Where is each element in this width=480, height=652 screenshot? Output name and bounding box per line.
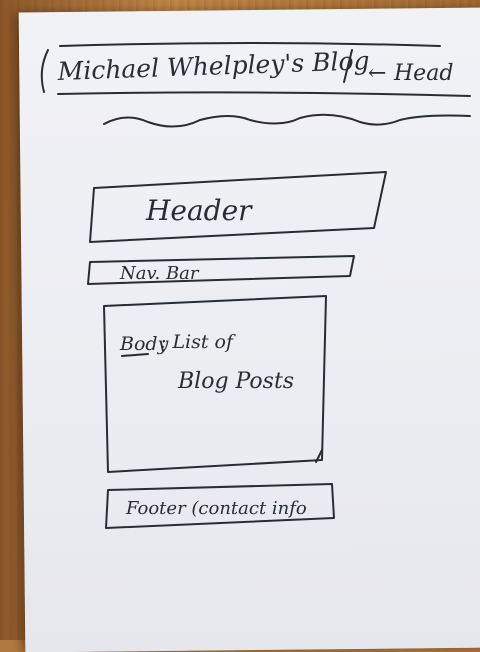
- wireframe-sketch: Michael Whelpley's Blog ← Head Header Na…: [40, 42, 471, 529]
- head-label: Head: [393, 61, 453, 86]
- title-top-line: [59, 42, 441, 47]
- blog-title-text: Michael Whelpley's Blog: [56, 46, 370, 86]
- title-bottom-line: [57, 91, 471, 97]
- title-left-bracket: [40, 49, 49, 93]
- body-text-line1: : List of: [160, 331, 236, 353]
- footer-label: Footer (contact info: [125, 498, 307, 519]
- head-arrow: ←: [368, 61, 386, 86]
- header-label: Header: [145, 194, 253, 227]
- nav-bar-label: Nav. Bar: [119, 263, 200, 284]
- body-text-line2: Blog Posts: [177, 369, 294, 394]
- wavy-divider: [103, 113, 471, 128]
